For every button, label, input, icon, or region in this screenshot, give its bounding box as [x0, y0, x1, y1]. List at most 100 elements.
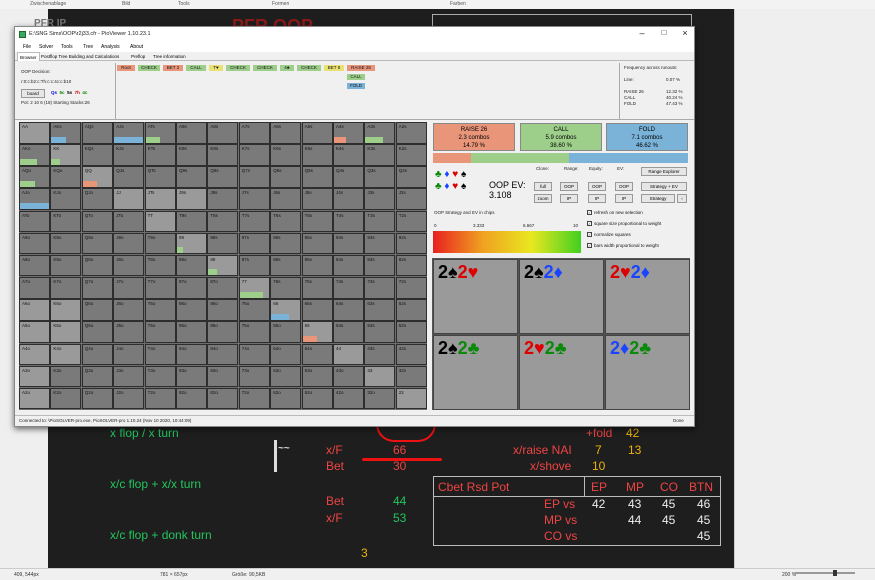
ribbon-tab[interactable]: Zwischenablage — [30, 1, 66, 7]
hand-cell[interactable]: KJo — [50, 188, 82, 211]
hand-cell[interactable]: 86s — [270, 254, 302, 277]
hand-cell[interactable]: ATs — [144, 122, 176, 144]
hand-cell[interactable]: T5o — [144, 321, 176, 343]
hand-cell[interactable]: J5o — [113, 321, 145, 343]
diamond-icon[interactable]: ♦ — [444, 181, 449, 192]
hand-cell[interactable]: Q5o — [81, 321, 113, 343]
hand-cell[interactable]: 22 — [395, 387, 427, 410]
board-button[interactable]: board — [21, 89, 45, 98]
action-node[interactable]: CHECK — [226, 65, 250, 71]
tab-postflop[interactable]: Postflop Tree Building and Calculations — [41, 54, 119, 59]
hand-cell[interactable]: 97s — [238, 232, 270, 255]
hand-cell[interactable]: 53s — [364, 321, 396, 343]
menu-tools[interactable]: Tools — [61, 44, 73, 50]
hand-cell[interactable]: 52s — [395, 321, 427, 343]
hand-cell[interactable]: K2s — [395, 144, 427, 166]
hand-cell[interactable]: 83o — [207, 365, 239, 388]
hand-cell[interactable]: AJs — [113, 122, 145, 144]
hand-cell[interactable]: 33 — [364, 365, 396, 388]
range-ip-button[interactable]: IP — [560, 194, 578, 203]
zoom-slider[interactable] — [795, 570, 855, 576]
hand-cell[interactable]: 93s — [364, 232, 396, 255]
hand-cell[interactable]: AQo — [19, 166, 50, 188]
hand-cell[interactable]: 66 — [270, 299, 302, 321]
hand-cell[interactable]: K3s — [364, 144, 396, 166]
hand-cell[interactable]: KQo — [50, 166, 82, 188]
action-node[interactable]: CALL — [186, 65, 206, 71]
hand-cell[interactable]: K5s — [301, 144, 333, 166]
hand-cell[interactable]: ATo — [19, 210, 50, 233]
combo-cell[interactable]: 2♠2♣ — [433, 335, 518, 410]
hand-cell[interactable]: 74s — [333, 277, 364, 299]
hand-cell[interactable]: JTs — [144, 188, 176, 211]
hand-cell[interactable]: J3o — [113, 365, 145, 388]
hand-cell[interactable]: KTo — [50, 210, 82, 233]
hand-cell[interactable]: 98o — [176, 254, 207, 277]
hand-cell[interactable]: 88 — [207, 254, 239, 277]
hand-cell[interactable]: 64s — [333, 299, 364, 321]
hand-cell[interactable]: J2s — [395, 188, 427, 211]
hand-cell[interactable]: Q6s — [270, 166, 302, 188]
hand-cell[interactable]: Q2s — [395, 166, 427, 188]
hand-cell[interactable]: QQ — [81, 166, 113, 188]
range-oop-button[interactable]: OOP — [560, 182, 578, 191]
hand-cell[interactable]: T2o — [144, 387, 176, 410]
hand-cell[interactable]: QJo — [81, 188, 113, 211]
hand-cell[interactable]: 63o — [270, 365, 302, 388]
hand-cell[interactable]: K2o — [50, 387, 82, 410]
full-button[interactable]: full — [534, 182, 552, 191]
hand-cell[interactable]: AJo — [19, 188, 50, 211]
hand-cell[interactable]: 72s — [395, 277, 427, 299]
ribbon-tab[interactable]: Tools — [178, 1, 190, 7]
hand-cell[interactable]: 82o — [207, 387, 239, 410]
club-icon[interactable]: ♣ — [435, 181, 442, 192]
minimize-icon[interactable]: – — [632, 28, 652, 38]
hand-cell[interactable]: 44 — [333, 343, 364, 366]
hand-cell[interactable]: 43o — [333, 365, 364, 388]
hand-cell[interactable]: Q4s — [333, 166, 364, 188]
hand-cell[interactable]: 64o — [270, 343, 302, 366]
hand-cell[interactable]: K7o — [50, 277, 82, 299]
menu-file[interactable]: File — [23, 44, 31, 50]
tab-tree-info[interactable]: Tree information — [153, 54, 186, 59]
hand-cell[interactable]: KK — [50, 144, 82, 166]
hand-cell[interactable]: 74o — [238, 343, 270, 366]
hand-cell[interactable]: A3o — [19, 365, 50, 388]
combo-cell[interactable]: 2♠2♥ — [433, 259, 518, 334]
hand-cell[interactable]: Q3s — [364, 166, 396, 188]
hand-cell[interactable]: T6s — [270, 210, 302, 233]
hand-cell[interactable]: J9o — [113, 232, 145, 255]
hand-cell[interactable]: A9s — [176, 122, 207, 144]
hand-cell[interactable]: AKo — [19, 144, 50, 166]
hand-cell[interactable]: 62o — [270, 387, 302, 410]
hand-cell[interactable]: KQs — [81, 144, 113, 166]
hand-cell[interactable]: AA — [19, 122, 50, 144]
hand-cell[interactable]: A8o — [19, 254, 50, 277]
hand-cell[interactable]: Q4o — [81, 343, 113, 366]
hand-cell[interactable]: 77 — [238, 277, 270, 299]
hand-cell[interactable]: 65o — [270, 321, 302, 343]
hand-cell[interactable]: T2s — [395, 210, 427, 233]
hand-cell[interactable]: 76s — [270, 277, 302, 299]
checkbox-bars-width[interactable]: ✓ bars width proportional to weight — [587, 243, 659, 249]
action-node[interactable]: 4♣ — [280, 65, 294, 71]
maximize-icon[interactable]: □ — [654, 28, 674, 37]
action-node[interactable]: CHECK — [253, 65, 277, 71]
combo-cell[interactable]: 2♦2♣ — [605, 335, 690, 410]
ev-ip-button[interactable]: IP — [615, 194, 633, 203]
action-node[interactable]: BET 8 — [324, 65, 344, 71]
strategy-call[interactable]: CALL 5.9 combos 38.60 % — [520, 123, 602, 151]
hand-cell[interactable]: A3s — [364, 122, 396, 144]
hand-cell[interactable]: A6s — [270, 122, 302, 144]
range-explorer-button[interactable]: Range Explorer — [641, 167, 687, 176]
heart-icon[interactable]: ♥ — [452, 181, 458, 192]
hand-cell[interactable]: Q6o — [81, 299, 113, 321]
hand-cell[interactable]: A6o — [19, 299, 50, 321]
hand-cell[interactable]: TT — [144, 210, 176, 233]
hand-cell[interactable]: JTo — [113, 210, 145, 233]
hand-cell[interactable]: KJs — [113, 144, 145, 166]
hand-cell[interactable]: 87o — [207, 277, 239, 299]
hand-cell[interactable]: AKs — [50, 122, 82, 144]
hand-cell[interactable]: K9o — [50, 232, 82, 255]
hand-cell[interactable]: 86o — [207, 299, 239, 321]
